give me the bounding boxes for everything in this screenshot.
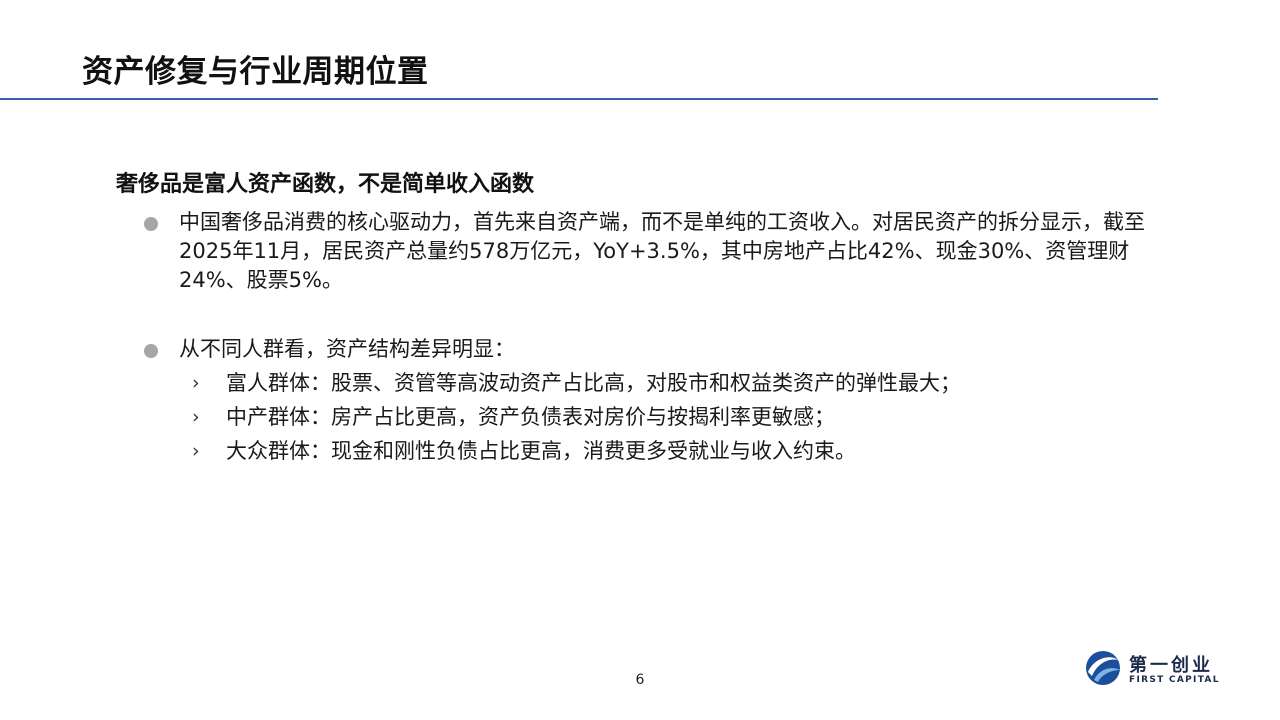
bullet-dot-icon <box>144 217 158 231</box>
bullet-item: 从不同人群看，资产结构差异明显： <box>144 335 1164 364</box>
chevron-right-icon: › <box>192 372 200 394</box>
chevron-right-icon: › <box>192 440 200 462</box>
sub-bullet-item: › 中产群体：房产占比更高，资产负债表对房价与按揭利率更敏感； <box>192 403 1092 432</box>
sub-bullet-text: 中产群体：房产占比更高，资产负债表对房价与按揭利率更敏感； <box>226 405 835 429</box>
title-divider <box>0 98 1158 100</box>
bullet-text: 中国奢侈品消费的核心驱动力，首先来自资产端，而不是单纯的工资收入。对居民资产的拆… <box>179 210 1145 292</box>
bullet-text: 从不同人群看，资产结构差异明显： <box>179 337 515 361</box>
bullet-item: 中国奢侈品消费的核心驱动力，首先来自资产端，而不是单纯的工资收入。对居民资产的拆… <box>144 208 1164 295</box>
sub-bullet-item: › 富人群体：股票、资管等高波动资产占比高，对股市和权益类资产的弹性最大； <box>192 369 1092 398</box>
sub-bullet-text: 大众群体：现金和刚性负债占比更高，消费更多受就业与收入约束。 <box>226 439 856 463</box>
slide: 资产修复与行业周期位置 奢侈品是富人资产函数，不是简单收入函数 中国奢侈品消费的… <box>0 0 1280 720</box>
page-title: 资产修复与行业周期位置 <box>82 54 429 90</box>
logo-english-name: FIRST CAPITAL <box>1129 675 1220 685</box>
company-logo: 第一创业 FIRST CAPITAL <box>1084 648 1224 690</box>
globe-logo-icon <box>1086 651 1120 685</box>
logo-chinese-name: 第一创业 <box>1129 655 1213 676</box>
chevron-right-icon: › <box>192 406 200 428</box>
sub-bullet-text: 富人群体：股票、资管等高波动资产占比高，对股市和权益类资产的弹性最大； <box>226 371 961 395</box>
section-heading: 奢侈品是富人资产函数，不是简单收入函数 <box>116 172 535 197</box>
sub-bullet-item: › 大众群体：现金和刚性负债占比更高，消费更多受就业与收入约束。 <box>192 437 1092 466</box>
page-number: 6 <box>635 672 645 688</box>
bullet-dot-icon <box>144 344 158 358</box>
